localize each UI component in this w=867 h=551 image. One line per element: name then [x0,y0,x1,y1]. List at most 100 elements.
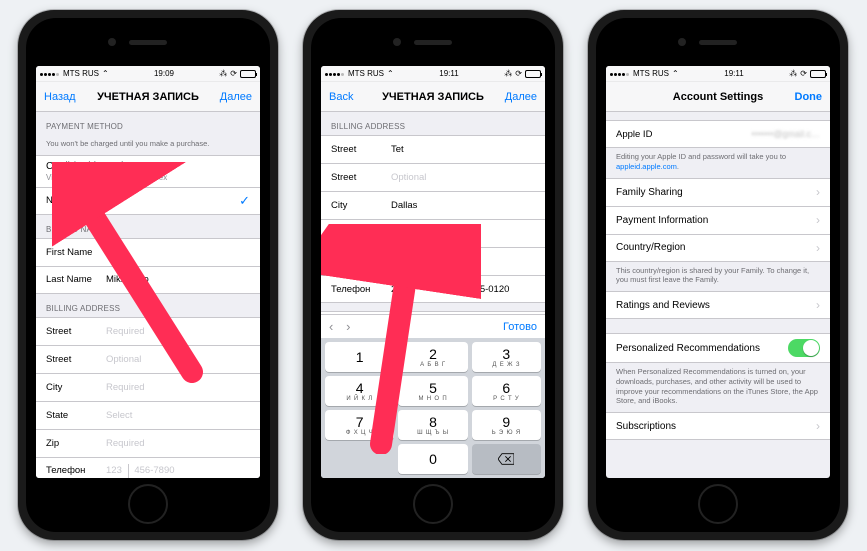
ratings-reviews-row[interactable]: Ratings and Reviews › [606,291,830,319]
zip-field[interactable]: Zip Required [36,429,260,457]
first-name-field[interactable]: First Name S v [36,238,260,266]
wifi-icon: ⌃ [387,69,394,78]
carrier-label: MTS RUS [633,69,669,78]
cell-signal-icon [325,69,345,78]
zip-value: 36310 [391,256,535,267]
nav-bar: Назад УЧЕТНАЯ ЗАПИСЬ Далее [36,82,260,112]
street-label: Street [46,326,106,337]
city-field[interactable]: City Required [36,373,260,401]
digit-9-key[interactable]: 9Ь Э Ю Я [472,410,541,440]
bluetooth-icon: ⁂ [219,69,227,78]
phone-label: Телефон [46,465,106,476]
digit-0-key[interactable]: 0 [398,444,467,474]
subscriptions-row[interactable]: Subscriptions › [606,412,830,440]
carrier-label: MTS RUS [63,69,99,78]
nav-bar: Back УЧЕТНАЯ ЗАПИСЬ Далее [321,82,545,112]
last-name-field[interactable]: Last Name Mikhay ko [36,266,260,294]
screen-account-payment: MTS RUS ⌃ 19:09 ⁂ ⟳ Назад УЧЕТНАЯ ЗАПИСЬ… [36,66,260,478]
nav-title: Account Settings [673,91,763,103]
payment-info-row[interactable]: Payment Information › [606,206,830,234]
phone-cc-value: 202 [391,284,457,295]
street2-field[interactable]: Street Optional [321,163,545,191]
bluetooth-icon: ⁂ [789,69,797,78]
city-field[interactable]: City Dallas [321,191,545,219]
backspace-key[interactable] [472,444,541,474]
digit-1-key[interactable]: 1 [325,342,394,372]
carrier-label: MTS RUS [348,69,384,78]
street1-placeholder: Required [106,326,250,337]
chevron-right-icon: › [816,213,820,227]
street2-placeholder: Optional [391,172,535,183]
street2-field[interactable]: Street Optional [36,345,260,373]
digit-6-key[interactable]: 6Р С Т У [472,376,541,406]
credit-card-sublabel: Visa, MasterCard, Discover, Amex [46,173,167,182]
payment-info-label: Payment Information [616,215,816,226]
street-label: Street [331,144,391,155]
last-name-label: Last Name [46,274,106,285]
chevron-right-icon: › [816,419,820,433]
checkmark-icon: ✓ [239,193,250,209]
country-region-label: Country/Region [616,242,816,253]
personalized-recs-toggle[interactable] [788,339,820,357]
ratings-reviews-label: Ratings and Reviews [616,300,816,311]
next-button[interactable]: Далее [497,82,545,111]
city-label: City [46,382,106,393]
back-button[interactable]: Назад [36,82,84,111]
none-label: None [46,195,239,206]
wifi-icon: ⌃ [102,69,109,78]
billing-address-header: BILLING ADDRESS [321,112,545,135]
state-field[interactable]: State Select [36,401,260,429]
credit-card-option[interactable]: Credit/Debit Card Visa, MasterCard, Disc… [36,155,260,187]
cell-signal-icon [610,69,630,78]
next-field-button[interactable]: › [346,319,350,334]
status-bar: MTS RUS ⌃ 19:11 ⁂ ⟳ [606,66,830,82]
prev-field-button[interactable]: ‹ [329,319,333,334]
phone-field[interactable]: Телефон 202 555-0120 [321,275,545,303]
digit-7-key[interactable]: 7Ф Х Ц Ч [325,410,394,440]
street-label: Street [46,354,106,365]
back-button[interactable]: Back [321,82,361,111]
status-bar: MTS RUS ⌃ 19:11 ⁂ ⟳ [321,66,545,82]
none-option[interactable]: None ✓ [36,187,260,215]
done-button[interactable]: Done [787,82,831,111]
digit-5-key[interactable]: 5М Н О П [398,376,467,406]
phone-mockup-3: MTS RUS ⌃ 19:11 ⁂ ⟳ Account Settings Don… [588,10,848,540]
apple-id-row[interactable]: Apple ID •••••••@gmail.c… [606,120,830,148]
phone-label: Телефон [331,284,391,295]
personalized-recs-row[interactable]: Personalized Recommendations [606,333,830,363]
rotation-lock-icon: ⟳ [800,69,807,78]
country-field[interactable]: Country/Region: United States [321,311,545,314]
digit-8-key[interactable]: 8Ш Щ Ъ Ы [398,410,467,440]
digit-3-key[interactable]: 3Д Е Ж З [472,342,541,372]
digit-2-key[interactable]: 2А Б В Г [398,342,467,372]
street1-field[interactable]: Street Required [36,317,260,345]
digit-4-key[interactable]: 4И Й К Л [325,376,394,406]
state-field[interactable]: State AL - Alabama [321,219,545,247]
phone-field[interactable]: Телефон 123 456-7890 [36,457,260,478]
nav-title: УЧЕТНАЯ ЗАПИСЬ [382,91,484,103]
nav-title: УЧЕТНАЯ ЗАПИСЬ [97,91,199,103]
zip-placeholder: Required [106,438,250,449]
battery-icon [810,70,826,78]
country-region-footer: This country/region is shared by your Fa… [606,262,830,292]
nav-bar: Account Settings Done [606,82,830,112]
city-value: Dallas [391,200,535,211]
bluetooth-icon: ⁂ [504,69,512,78]
family-sharing-row[interactable]: Family Sharing › [606,178,830,206]
blank-key [325,444,394,474]
personalized-recs-label: Personalized Recommendations [616,343,788,354]
billing-address-header: BILLING ADDRESS [36,294,260,317]
credit-card-label: Credit/Debit Card [46,161,123,172]
country-region-row[interactable]: Country/Region › [606,234,830,262]
battery-icon [525,70,541,78]
zip-field[interactable]: Zip 36310 [321,247,545,275]
keyboard-done-button[interactable]: Готово [503,321,537,333]
next-button[interactable]: Далее [212,82,260,111]
street1-field[interactable]: Street Tet [321,135,545,163]
payment-method-footer: You won't be charged until you make a pu… [36,135,260,155]
city-placeholder: Required [106,382,250,393]
state-label: State [331,228,391,239]
city-label: City [331,200,391,211]
keyboard-accessory-bar: ‹ › Готово [321,314,545,338]
appleid-link[interactable]: appleid.apple.com [616,162,677,171]
